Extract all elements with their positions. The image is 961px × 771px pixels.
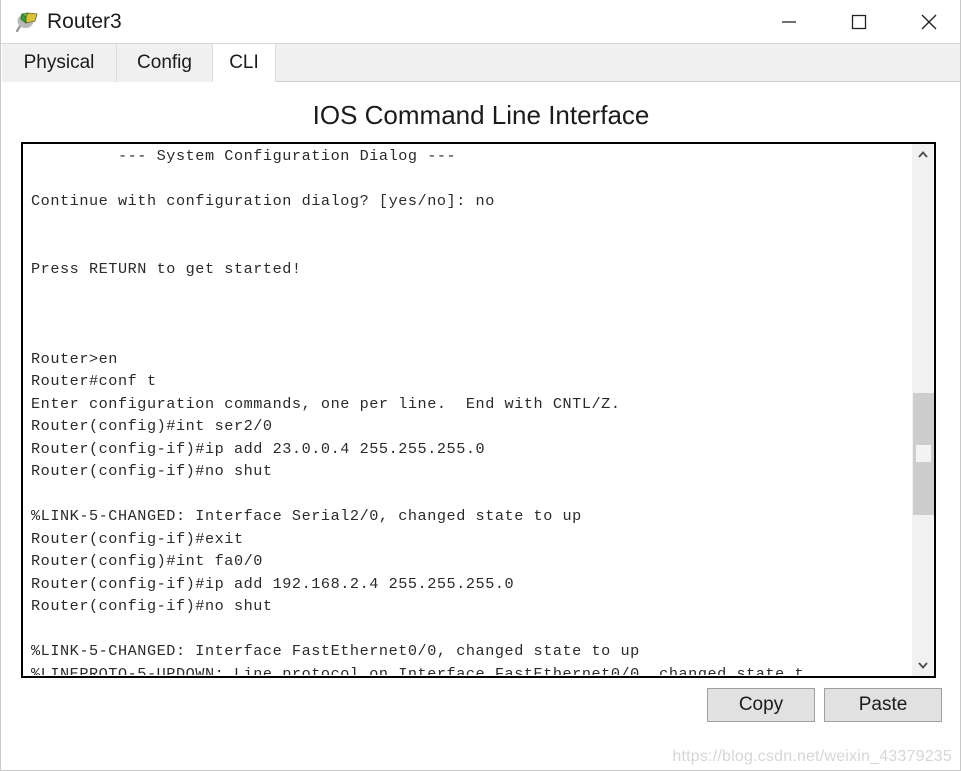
maximize-button[interactable] [824,0,894,43]
watermark-text: https://blog.csdn.net/weixin_43379235 [672,748,952,765]
tab-bar: Physical Config CLI [2,44,960,82]
terminal-output: --- System Configuration Dialog --- Cont… [31,147,805,675]
terminal-scrollbar[interactable] [911,144,934,676]
scrollbar-thumb-grip [916,445,931,462]
scroll-up-button[interactable] [912,144,934,166]
close-icon [921,14,937,29]
tab-cli[interactable]: CLI [213,44,276,82]
paste-button[interactable]: Paste [824,688,942,722]
cli-panel: IOS Command Line Interface --- System Co… [2,82,960,770]
tab-physical[interactable]: Physical [2,44,117,82]
scroll-down-button[interactable] [912,654,934,676]
router-cli-window: Router3 Physical Config CLI IOS Command … [0,0,961,771]
maximize-icon [851,14,867,29]
window-titlebar: Router3 [1,0,960,44]
tab-config[interactable]: Config [117,44,213,82]
chevron-up-icon [918,151,928,158]
page-title: IOS Command Line Interface [312,100,650,130]
minimize-button[interactable] [754,0,824,43]
router-device-icon [14,9,40,35]
copy-button[interactable]: Copy [707,688,815,722]
minimize-icon [782,20,796,23]
scrollbar-thumb[interactable] [913,393,934,515]
terminal-console[interactable]: --- System Configuration Dialog --- Cont… [21,142,936,678]
close-button[interactable] [894,0,961,43]
window-title: Router3 [47,10,122,33]
chevron-down-icon [918,662,928,669]
